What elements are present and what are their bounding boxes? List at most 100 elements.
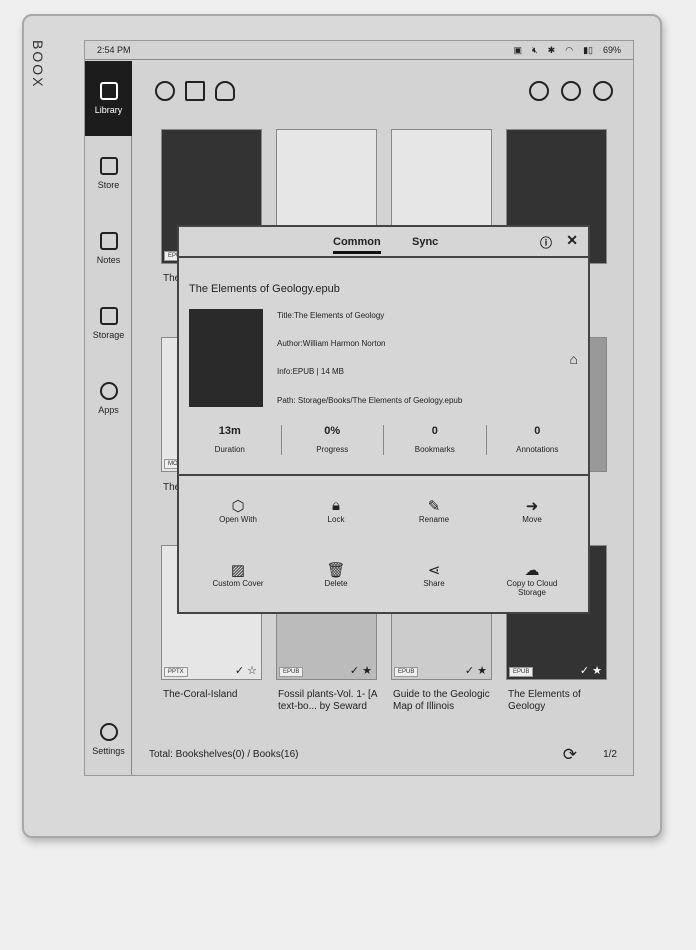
stat-value: 0: [431, 425, 438, 437]
clock-icon[interactable]: [155, 81, 175, 101]
sidebar-item-label: Store: [97, 180, 120, 190]
search-icon[interactable]: [529, 81, 549, 101]
sidebar-item-label: Library: [94, 105, 123, 115]
mute-icon: 🔇︎: [532, 44, 538, 55]
apps-icon: [99, 382, 118, 400]
status-bar: 2:54 PM ▣ 🔇︎ ✱ ◠ ▮▯ 69%: [85, 41, 633, 60]
format-badge: PPTX: [164, 667, 188, 677]
total-count: Total: Bookshelves(0) / Books(16): [149, 749, 299, 760]
store-icon: [99, 157, 118, 175]
sidebar-item-storage[interactable]: Storage: [85, 286, 132, 361]
format-badge: EPUB: [279, 667, 304, 677]
sidebar-item-settings[interactable]: Settings: [85, 702, 132, 775]
book-thumbnail: [189, 309, 263, 407]
notes-icon: [99, 232, 118, 250]
tab-common[interactable]: Common: [333, 236, 381, 254]
book-title[interactable]: The Elements of Geology: [508, 689, 613, 713]
sidebar-item-label: Notes: [96, 255, 121, 265]
stat-label: Annotations: [516, 445, 559, 454]
tab-sync[interactable]: Sync: [412, 236, 438, 248]
file-name: The Elements of Geology.epub: [189, 283, 340, 295]
close-icon[interactable]: ✕: [566, 232, 578, 249]
library-icon: [99, 82, 118, 100]
stat-value: 0: [534, 425, 541, 437]
format-badge: EPUB: [509, 667, 534, 677]
sidebar: Library Store Notes Storage Apps Setting…: [85, 61, 132, 775]
book-author-meta: Author:William Harmon Norton: [277, 339, 386, 348]
info-icon[interactable]: ⓘ: [540, 234, 552, 251]
book-details-dialog: Common Sync ⓘ ✕ The Elements of Geology.…: [177, 225, 590, 614]
stats-icon[interactable]: [561, 81, 581, 101]
book-title[interactable]: Guide to the Geologic Map of Illinois: [393, 689, 498, 713]
stat-value: 0%: [324, 425, 341, 437]
reading-stats: 13m Duration 0% Progress 0 Bookmarks 0 Annot…: [179, 425, 588, 455]
battery-icon: ▮▯: [583, 44, 593, 55]
action-label: Copy to Cloud Storage: [506, 579, 558, 597]
move-button[interactable]: ➜ Move: [482, 497, 582, 524]
refresh-icon[interactable]: ⟳: [563, 745, 577, 765]
sidebar-item-label: Settings: [92, 746, 125, 756]
brand-logo: BOOX: [30, 40, 46, 89]
book-info-meta: Info:EPUB | 14 MB: [277, 367, 344, 376]
open-with-button[interactable]: ⬡ Open With: [188, 497, 288, 524]
stat-label: Duration: [214, 445, 245, 454]
delete-button[interactable]: 🗑︎ Delete: [286, 561, 386, 588]
lock-icon: 🔒︎: [332, 497, 340, 514]
sidebar-item-label: Storage: [92, 330, 125, 340]
stat-annotations: 0 Annotations: [487, 425, 589, 455]
action-label: Delete: [324, 579, 348, 588]
rename-icon: ✎: [427, 498, 441, 515]
action-label: Move: [522, 515, 542, 524]
rename-button[interactable]: ✎ Rename: [384, 497, 484, 524]
lock-button[interactable]: 🔒︎ Lock: [286, 497, 386, 524]
custom-cover-button[interactable]: ▨ Custom Cover: [188, 561, 288, 588]
page-indicator[interactable]: 1/2: [603, 749, 617, 760]
sidebar-item-notes[interactable]: Notes: [85, 211, 132, 286]
book-path-meta: Path: Storage/Books/The Elements of Geol…: [277, 396, 463, 405]
copy-to-cloud-button[interactable]: ☁︎ Copy to Cloud Storage: [492, 561, 572, 597]
action-label: Custom Cover: [212, 579, 264, 588]
bookshelf-icon[interactable]: [185, 81, 205, 101]
screen: 2:54 PM ▣ 🔇︎ ✱ ◠ ▮▯ 69% Library Store No…: [84, 40, 634, 776]
action-label: Lock: [327, 515, 345, 524]
sidebar-item-library[interactable]: Library: [85, 61, 132, 136]
stat-label: Bookmarks: [414, 445, 455, 454]
stat-label: Progress: [316, 445, 349, 454]
cloud-icon[interactable]: [215, 81, 235, 101]
book-title-meta: Title:The Elements of Geology: [277, 311, 385, 320]
wifi-icon: ◠: [565, 44, 574, 55]
clean-icon[interactable]: ⌂: [570, 351, 578, 367]
open-with-icon: ⬡: [231, 498, 245, 515]
stat-progress: 0% Progress: [282, 425, 384, 455]
share-button[interactable]: ⋖ Share: [384, 561, 484, 588]
stat-duration: 13m Duration: [179, 425, 282, 455]
divider: [179, 474, 588, 476]
action-label: Share: [423, 579, 445, 588]
book-title[interactable]: The-Coral-Island: [163, 689, 268, 701]
move-icon: ➜: [525, 498, 539, 515]
share-icon: ⋖: [427, 562, 441, 579]
settings-icon: [99, 723, 118, 741]
menu-icon[interactable]: [593, 81, 613, 101]
sidebar-item-label: Apps: [98, 405, 119, 415]
book-title[interactable]: Fossil plants-Vol. 1- [A text-bo... by S…: [278, 689, 383, 713]
clock: 2:54 PM: [97, 45, 131, 55]
cloud-icon: ☁︎: [524, 562, 540, 579]
image-icon: ▨: [230, 562, 246, 579]
action-label: Rename: [418, 515, 450, 524]
format-badge: EPUB: [394, 667, 419, 677]
sidebar-item-apps[interactable]: Apps: [85, 361, 132, 436]
star-filled-icon[interactable]: ✓ ★: [465, 664, 487, 677]
stat-bookmarks: 0 Bookmarks: [384, 425, 487, 455]
storage-icon: [99, 307, 118, 325]
star-filled-icon[interactable]: ✓ ★: [580, 664, 602, 677]
trash-icon: 🗑︎: [326, 562, 346, 579]
bluetooth-icon: ✱: [547, 44, 556, 55]
toolbar: [155, 81, 613, 103]
sidebar-item-store[interactable]: Store: [85, 136, 132, 211]
action-label: Open With: [219, 515, 257, 524]
dialog-tabs: Common Sync ⓘ ✕: [179, 227, 588, 258]
battery-level: 69%: [602, 45, 621, 55]
star-filled-icon[interactable]: ✓ ★: [350, 664, 372, 677]
star-outline-icon[interactable]: ✓ ☆: [235, 664, 257, 677]
